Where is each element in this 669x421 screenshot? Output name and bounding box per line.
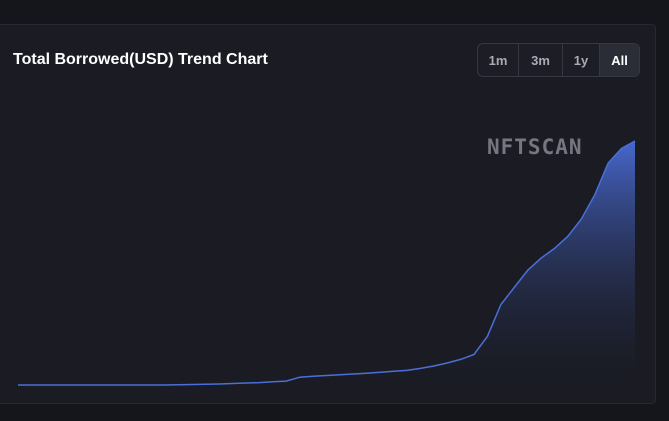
- trend-chart: [18, 140, 636, 386]
- nftscan-watermark: NFTSCAN: [487, 135, 583, 159]
- area-fill: [18, 141, 635, 385]
- chart-card: Total Borrowed(USD) Trend Chart 1m 3m 1y…: [0, 24, 656, 404]
